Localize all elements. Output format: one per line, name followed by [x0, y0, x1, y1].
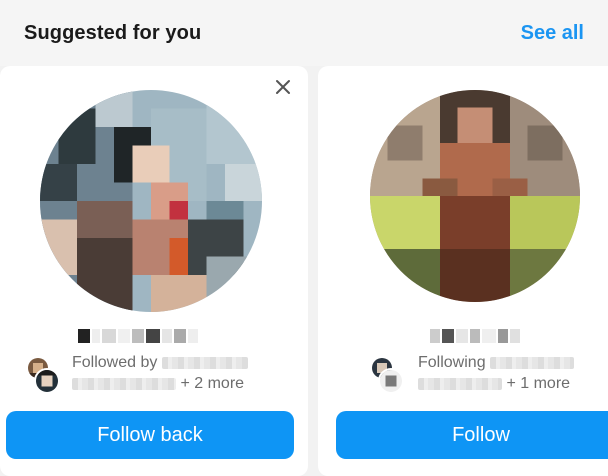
followed-more-text: + 2 more [72, 375, 244, 393]
mutual-avatar [378, 368, 404, 394]
followed-prefix: Following [418, 354, 486, 371]
followed-by-text: Followed by [72, 354, 248, 372]
following-text: Following [418, 354, 575, 372]
mutual-followers-avatars [370, 356, 416, 396]
see-all-link[interactable]: See all [521, 22, 584, 45]
redacted-username [72, 377, 176, 390]
username-redacted [430, 329, 520, 343]
suggestions-header: Suggested for you See all [0, 0, 608, 66]
follow-back-button[interactable]: Follow back [6, 411, 294, 459]
close-icon[interactable] [274, 78, 292, 96]
profile-avatar[interactable] [370, 90, 580, 302]
follow-button[interactable]: Follow [336, 411, 608, 459]
username-redacted [78, 329, 198, 343]
mutual-followers-avatars [26, 356, 72, 396]
redacted-username [418, 377, 502, 390]
more-count[interactable]: + 1 more [506, 375, 570, 392]
section-title: Suggested for you [24, 22, 202, 44]
more-count[interactable]: + 2 more [180, 375, 244, 392]
suggestion-card: Followed by + 2 more Follow back [0, 66, 308, 476]
suggestion-card: Following + 1 more Follow [318, 66, 608, 476]
redacted-username [490, 356, 575, 369]
followed-more-text: + 1 more [418, 375, 570, 393]
redacted-username [161, 356, 248, 369]
followed-prefix: Followed by [72, 354, 158, 371]
profile-avatar[interactable] [40, 90, 262, 312]
mutual-avatar [34, 368, 60, 394]
